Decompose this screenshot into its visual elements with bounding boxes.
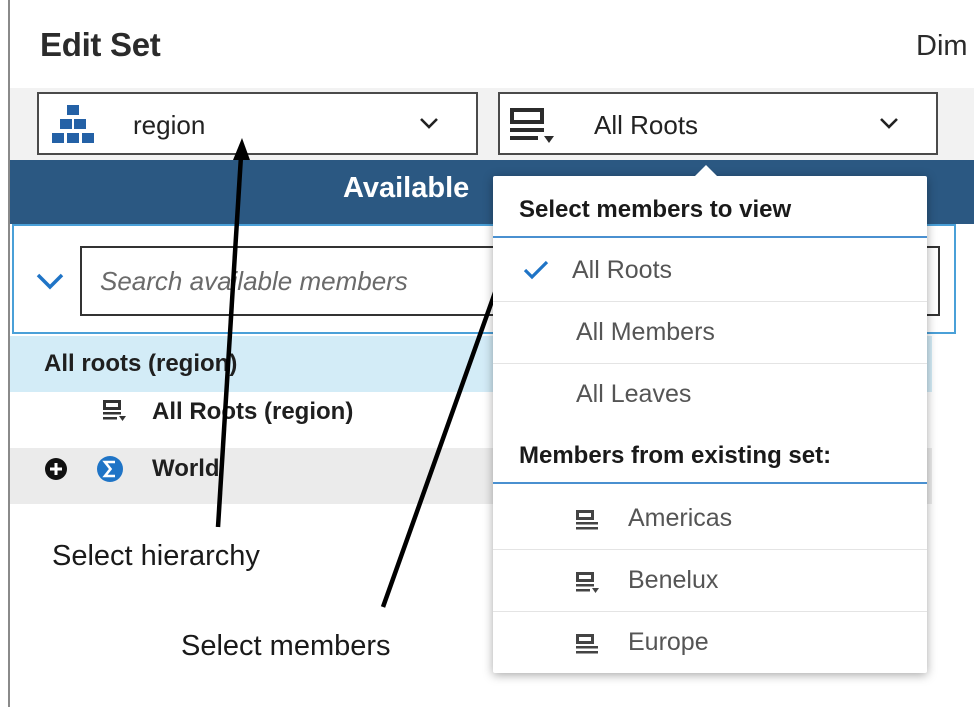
dropdown-divider xyxy=(493,482,927,484)
menu-item-label: All Roots xyxy=(572,256,673,284)
dropdown-heading: Select members to view xyxy=(519,196,792,223)
dropdown-divider xyxy=(493,236,927,238)
member-list-icon xyxy=(576,572,599,593)
hierarchy-annotation-arrow xyxy=(215,155,244,528)
menu-item-all-leaves[interactable]: All Leaves xyxy=(493,364,927,426)
menu-item-all-roots[interactable]: All Roots xyxy=(493,240,927,302)
menu-item-label: Americas xyxy=(628,504,733,532)
menu-item-label: Europe xyxy=(628,628,709,656)
hierarchy-annotation: Select hierarchy xyxy=(52,540,260,572)
menu-item-all-members[interactable]: All Members xyxy=(493,302,927,364)
members-dropdown-menu: Select members to view All Roots All Mem… xyxy=(493,165,927,674)
menu-item-set-benelux[interactable]: Benelux xyxy=(493,550,927,612)
members-annotation: Select members xyxy=(181,630,391,662)
dropdown-notch xyxy=(695,165,717,176)
member-list-icon xyxy=(576,634,598,654)
menu-item-set-europe[interactable]: Europe xyxy=(493,612,927,674)
menu-item-label: All Members xyxy=(576,318,715,346)
checkmark-icon xyxy=(523,260,549,280)
menu-item-label: All Leaves xyxy=(576,380,692,408)
hierarchy-arrowhead xyxy=(233,138,250,160)
menu-item-set-americas[interactable]: Americas xyxy=(493,488,927,550)
existing-set-heading: Members from existing set: xyxy=(519,442,832,469)
menu-item-label: Benelux xyxy=(628,566,719,594)
member-list-icon xyxy=(576,510,598,530)
